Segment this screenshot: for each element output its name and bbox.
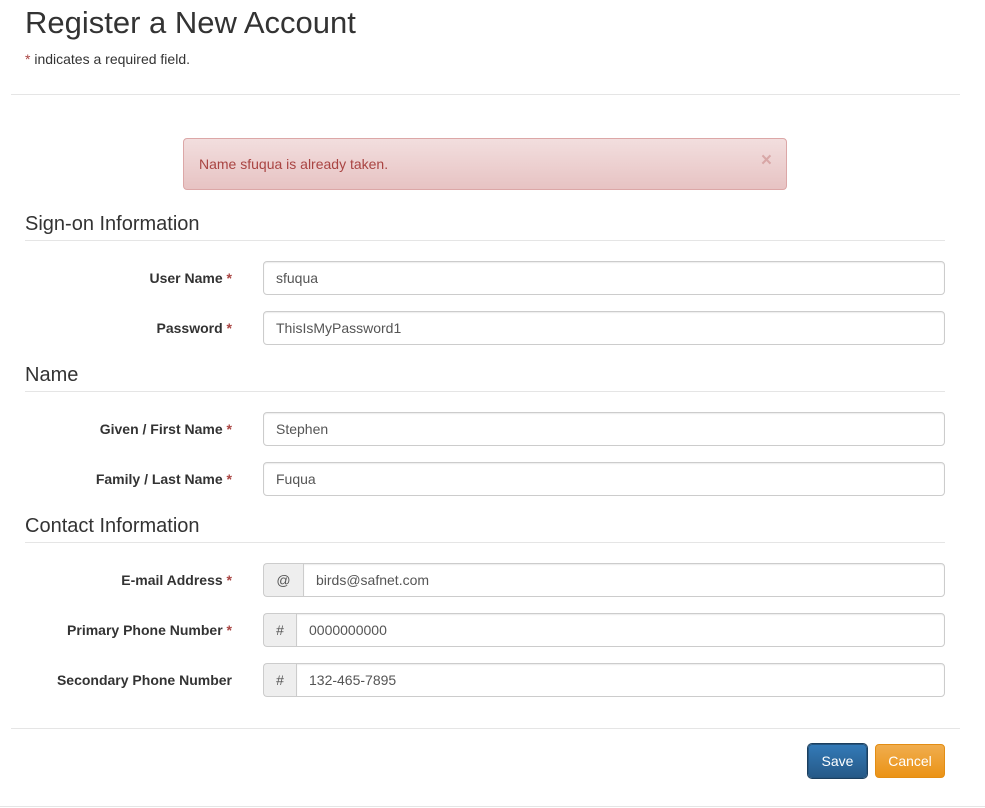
first-name-label-text: Given / First Name [99,421,223,437]
required-note-text: indicates a required field. [30,51,190,67]
email-label: E-mail Address * [121,572,232,588]
required-star: * [226,270,232,286]
username-input[interactable] [263,261,945,295]
last-name-label-text: Family / Last Name [95,471,223,487]
password-label: Password * [157,320,232,336]
password-label-text: Password [156,320,223,336]
required-star: * [226,622,232,638]
section-divider [25,542,945,543]
primary-phone-label-text: Primary Phone Number [67,622,223,638]
primary-phone-label: Primary Phone Number * [67,622,232,638]
secondary-phone-label: Secondary Phone Number [56,672,232,688]
section-title-contact: Contact Information [25,515,200,537]
first-name-input[interactable] [263,412,945,446]
username-label-text: User Name [149,270,223,286]
save-button[interactable]: Save [808,744,867,778]
last-name-label: Family / Last Name * [96,471,232,487]
alert-message: Name sfuqua is already taken. [199,156,389,172]
hash-addon: # [263,613,296,647]
hash-addon: # [263,663,296,697]
close-icon[interactable]: × [761,151,772,171]
email-label-text: E-mail Address [121,572,223,588]
required-star: * [226,320,232,336]
at-sign-addon: @ [263,563,303,597]
primary-phone-input-group: # [263,613,945,647]
email-input-group: @ [263,563,945,597]
section-title-name: Name [25,364,79,386]
error-alert: Name sfuqua is already taken. × [183,138,787,190]
last-name-input[interactable] [263,462,945,496]
secondary-phone-input[interactable] [296,663,945,697]
bottom-divider [0,806,985,807]
section-title-signon: Sign-on Information [25,213,200,235]
footer-divider [11,728,960,729]
primary-phone-input[interactable] [296,613,945,647]
first-name-label: Given / First Name * [100,421,232,437]
page-title: Register a New Account [25,5,356,40]
header-divider [11,94,960,95]
section-divider [25,240,945,241]
password-input[interactable] [263,311,945,345]
required-note: * indicates a required field. [25,51,190,67]
required-star: * [226,572,232,588]
username-label: User Name * [150,270,233,286]
secondary-phone-input-group: # [263,663,945,697]
required-star: * [226,471,232,487]
email-input[interactable] [303,563,945,597]
required-star: * [226,421,232,437]
cancel-button[interactable]: Cancel [875,744,945,778]
section-divider [25,391,945,392]
